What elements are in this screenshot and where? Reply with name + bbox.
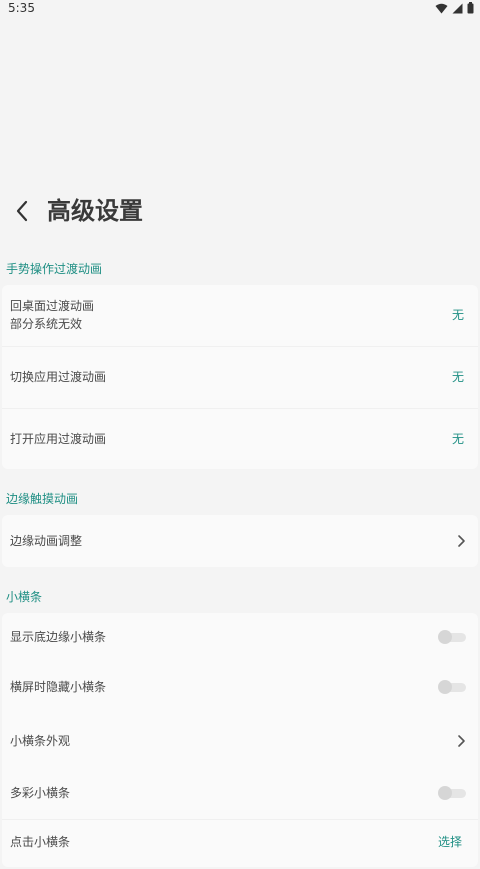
status-time: 5:35 [8, 1, 35, 15]
row-label: 显示底边缘小横条 [10, 630, 107, 644]
status-icons [435, 2, 474, 14]
row-bar-appearance[interactable]: 小横条外观 [2, 715, 478, 767]
header: 高级设置 [0, 185, 480, 235]
row-open-transition[interactable]: 打开应用过渡动画 无 [2, 409, 478, 469]
row-label: 切换应用过渡动画 [10, 370, 107, 384]
row-label: 横屏时隐藏小横条 [10, 680, 107, 694]
card-gesture: 回桌面过渡动画 部分系统无效 无 切换应用过渡动画 无 打开应用过渡动画 无 [2, 285, 478, 469]
row-sublabel: 部分系统无效 [10, 317, 83, 331]
row-hide-landscape[interactable]: 横屏时隐藏小横条 [2, 663, 478, 713]
colorful-bar-toggle[interactable] [438, 786, 466, 800]
battery-icon [467, 2, 474, 14]
row-value[interactable]: 选择 [438, 834, 462, 850]
card-edge: 边缘动画调整 [2, 515, 478, 567]
back-button[interactable] [8, 195, 36, 227]
row-label: 小横条外观 [10, 734, 71, 748]
chevron-left-icon [16, 200, 28, 222]
row-label: 点击小横条 [10, 835, 71, 849]
chevron-right-icon [458, 535, 465, 547]
show-bar-toggle[interactable] [438, 630, 466, 644]
divider [2, 408, 478, 409]
section-title-bar: 小横条 [6, 590, 43, 604]
row-home-transition[interactable]: 回桌面过渡动画 部分系统无效 无 [2, 285, 478, 345]
row-click-bar[interactable]: 点击小横条 选择 [2, 819, 478, 867]
section-title-edge: 边缘触摸动画 [6, 492, 79, 506]
row-value: 无 [451, 308, 464, 322]
row-label: 回桌面过渡动画 [10, 299, 95, 313]
row-show-bar[interactable]: 显示底边缘小横条 [2, 613, 478, 663]
card-bar: 显示底边缘小横条 横屏时隐藏小横条 小横条外观 多彩小横条 点击小横条 选择 [2, 613, 478, 867]
row-value: 无 [451, 370, 464, 384]
row-label: 多彩小横条 [10, 786, 71, 800]
page-title: 高级设置 [47, 197, 143, 225]
row-value: 无 [451, 432, 464, 446]
row-switch-transition[interactable]: 切换应用过渡动画 无 [2, 347, 478, 407]
divider [2, 346, 478, 347]
row-colorful-bar[interactable]: 多彩小横条 [2, 767, 478, 819]
row-label: 打开应用过渡动画 [10, 432, 107, 446]
wifi-icon [435, 3, 448, 13]
chevron-right-icon [458, 735, 465, 747]
status-bar: 5:35 [0, 0, 480, 16]
row-edge-animation[interactable]: 边缘动画调整 [2, 515, 478, 567]
signal-icon [452, 3, 463, 13]
divider [2, 819, 478, 820]
row-label: 边缘动画调整 [10, 534, 83, 548]
hide-landscape-toggle[interactable] [438, 680, 466, 694]
section-title-gesture: 手势操作过渡动画 [6, 262, 103, 276]
